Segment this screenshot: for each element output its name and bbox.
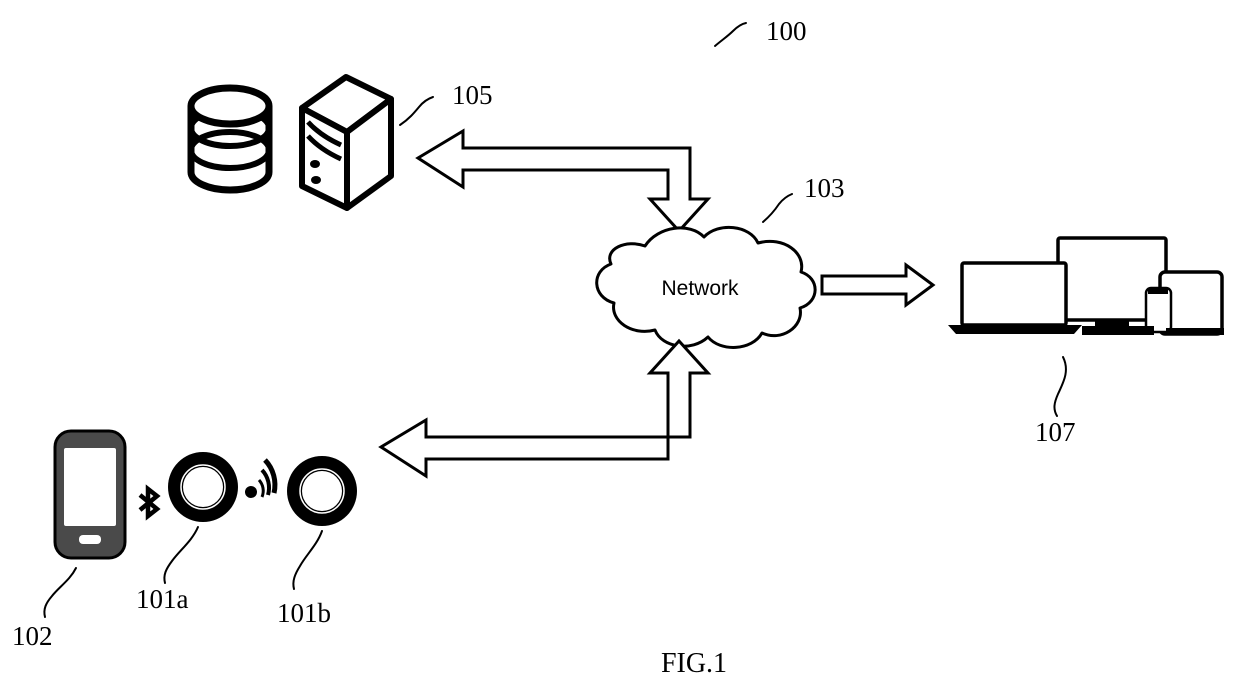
smartphone-ref-callout: 102	[12, 567, 77, 651]
network-label: Network	[661, 277, 739, 300]
client-devices-icon	[948, 236, 1224, 336]
ref-label-103: 103	[804, 173, 845, 203]
ref-label-102: 102	[12, 621, 53, 651]
tablet-base-line	[1166, 328, 1224, 335]
ref-label-107: 107	[1035, 417, 1076, 447]
figure-canvas: 100 105 Network 103 107 102 101a 101b FI…	[12, 16, 1224, 679]
ref-label-100: 100	[766, 16, 807, 46]
leader-line-102	[43, 567, 77, 618]
leader-line-107	[1053, 356, 1067, 417]
speaker-a-icon	[168, 452, 238, 522]
phone-small-icon	[1144, 286, 1173, 334]
speaker-b-icon	[287, 456, 357, 526]
patent-figure: 100 105 Network 103 107 102 101a 101b FI…	[0, 0, 1239, 688]
smartphone-icon	[53, 429, 127, 560]
connector-network-devices	[820, 262, 936, 308]
server-tower-icon	[299, 74, 394, 211]
network-cloud-icon: Network	[595, 225, 817, 349]
laptop-screen	[960, 261, 1068, 327]
database-icon	[187, 84, 273, 194]
server-ref-callout: 105	[399, 80, 493, 126]
leader-line-105	[399, 96, 434, 126]
connector-server-network	[415, 128, 712, 234]
leader-line-100	[714, 22, 747, 47]
system-ref-callout: 100	[714, 16, 807, 47]
wireless-signal-icon	[245, 458, 278, 498]
figure-caption: FIG.1	[661, 648, 727, 679]
bluetooth-icon	[138, 484, 161, 521]
network-ref-callout: 103	[762, 173, 845, 223]
connector-network-speakers	[378, 338, 712, 479]
laptop-base	[948, 325, 1082, 334]
smartphone-home-button	[79, 535, 101, 544]
device-base-line	[1082, 326, 1154, 335]
leader-line-101b	[292, 530, 323, 590]
leader-line-101a	[163, 526, 199, 584]
ref-label-101a: 101a	[136, 584, 189, 614]
smartphone-screen	[64, 448, 116, 526]
leader-line-103	[762, 193, 793, 223]
ref-label-101b: 101b	[277, 598, 331, 628]
ref-label-105: 105	[452, 80, 493, 110]
phone-small-speaker	[1148, 289, 1168, 294]
devices-ref-callout: 107	[1035, 356, 1076, 447]
speaker-a-ref-callout: 101a	[136, 526, 199, 614]
speaker-b-ref-callout: 101b	[277, 530, 331, 628]
